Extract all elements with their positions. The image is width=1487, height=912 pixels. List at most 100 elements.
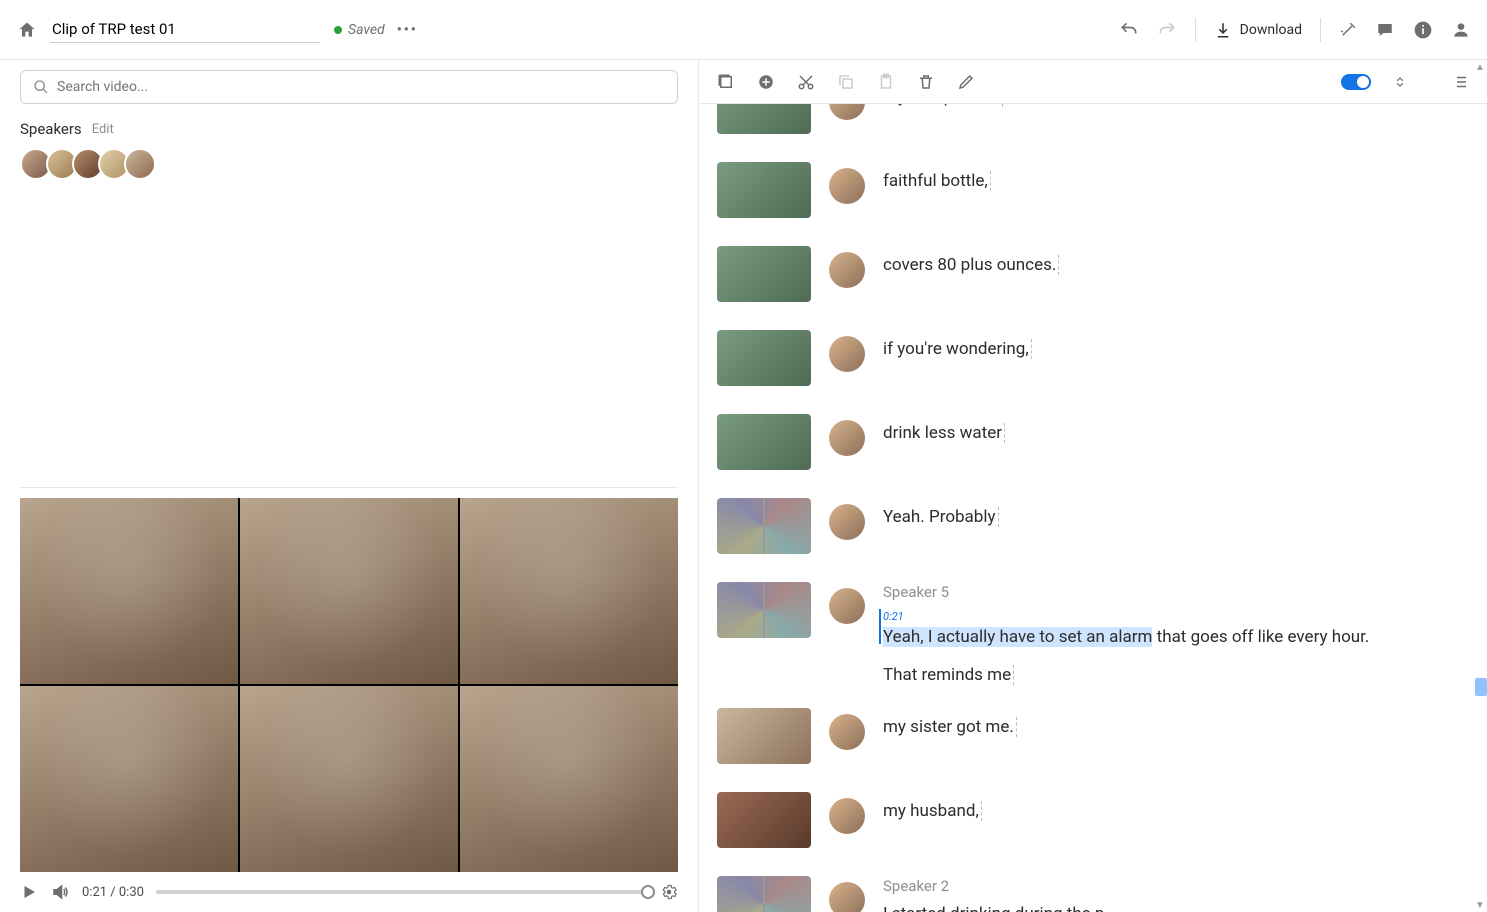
download-label: Download xyxy=(1240,22,1302,38)
transcript-row: my sister got me. xyxy=(717,708,1469,764)
add-clip-icon[interactable] xyxy=(717,73,735,91)
progress-bar[interactable] xyxy=(156,890,648,894)
status-text: Saved xyxy=(348,22,385,38)
main: Speakers Edit 0:21 / 0:30 xyxy=(0,60,1487,912)
status-dot-icon xyxy=(334,26,342,34)
transcript-text[interactable]: my husband, xyxy=(883,801,982,821)
avatar xyxy=(829,798,865,834)
video-preview[interactable] xyxy=(20,498,678,872)
home-icon[interactable] xyxy=(16,19,38,41)
video-tile xyxy=(20,686,238,872)
clip-thumbnail[interactable] xyxy=(717,162,811,218)
clip-thumbnail[interactable] xyxy=(717,498,811,554)
profile-icon[interactable] xyxy=(1451,20,1471,40)
transcript-row: my husband, xyxy=(717,792,1469,848)
speakers-edit-link[interactable]: Edit xyxy=(92,122,114,137)
undo-icon[interactable] xyxy=(1119,20,1139,40)
transcript-text[interactable]: Yeah. Probably xyxy=(883,507,999,527)
transcript-text[interactable]: faithful bottle, xyxy=(883,171,991,191)
avatar xyxy=(829,882,865,912)
cut-icon[interactable] xyxy=(797,73,815,91)
video-tile xyxy=(460,498,678,684)
transcript-text[interactable]: my companion. xyxy=(883,104,1003,107)
transcript-text[interactable]: covers 80 plus ounces. xyxy=(883,255,1059,275)
transcript-text[interactable]: my sister got me. xyxy=(883,717,1017,737)
transcript-text[interactable]: drink less water xyxy=(883,423,1005,443)
transcript-row: drink less water xyxy=(717,414,1469,470)
video-tile xyxy=(240,498,458,684)
transcript-text[interactable]: if you're wondering, xyxy=(883,339,1032,359)
video-tile xyxy=(460,686,678,872)
clip-thumbnail[interactable] xyxy=(717,330,811,386)
avatar xyxy=(829,588,865,624)
clip-thumbnail[interactable] xyxy=(717,708,811,764)
transcript-row: my companion. xyxy=(717,104,1469,134)
project-title-input[interactable] xyxy=(50,16,320,43)
thumbnail-toggle[interactable] xyxy=(1341,74,1371,90)
download-button[interactable]: Download xyxy=(1214,21,1302,39)
avatar xyxy=(829,504,865,540)
timestamp[interactable]: 0:21 xyxy=(883,609,1369,624)
info-icon[interactable] xyxy=(1413,20,1433,40)
avatar xyxy=(829,714,865,750)
transcript-text[interactable]: That reminds me xyxy=(883,665,1014,685)
speaker-avatars xyxy=(20,148,678,180)
clip-thumbnail[interactable] xyxy=(717,246,811,302)
delete-icon[interactable] xyxy=(917,73,935,91)
comment-icon[interactable] xyxy=(1375,21,1395,39)
top-actions: Download xyxy=(1119,18,1471,42)
list-icon[interactable] xyxy=(1451,73,1469,91)
video-tile xyxy=(240,686,458,872)
settings-gear-icon[interactable] xyxy=(660,883,678,901)
transcript-row: covers 80 plus ounces. xyxy=(717,246,1469,302)
clip-thumbnail[interactable] xyxy=(717,792,811,848)
avatar[interactable] xyxy=(124,148,156,180)
player-controls: 0:21 / 0:30 xyxy=(0,872,698,912)
speakers-label: Speakers xyxy=(20,120,82,138)
playback-time: 0:21 / 0:30 xyxy=(82,885,144,900)
transcript-panel: my companion. faithful bottle, covers 80… xyxy=(699,60,1487,912)
transcript-row: faithful bottle, xyxy=(717,162,1469,218)
transcript-text[interactable]: Yeah, I actually have to set an alarm th… xyxy=(883,626,1369,650)
paste-icon[interactable] xyxy=(877,73,895,91)
transcript-row: if you're wondering, xyxy=(717,330,1469,386)
left-panel: Speakers Edit 0:21 / 0:30 xyxy=(0,60,699,912)
clip-thumbnail[interactable] xyxy=(717,582,811,638)
transcript-toolbar xyxy=(699,60,1487,104)
avatar xyxy=(829,252,865,288)
transcript-text[interactable]: I started drinking during the p xyxy=(883,903,1104,912)
more-menu-icon[interactable]: ••• xyxy=(397,22,418,38)
scroll-up-icon[interactable]: ▲ xyxy=(1473,60,1487,74)
search-icon xyxy=(33,79,49,95)
search-input[interactable] xyxy=(57,79,665,95)
transcript-row: Yeah. Probably xyxy=(717,498,1469,554)
avatar xyxy=(829,168,865,204)
clip-thumbnail[interactable] xyxy=(717,876,811,912)
add-icon[interactable] xyxy=(757,73,775,91)
transcript-list[interactable]: my companion. faithful bottle, covers 80… xyxy=(699,104,1487,912)
top-bar: Saved ••• Download xyxy=(0,0,1487,60)
search-box[interactable] xyxy=(20,70,678,104)
play-icon[interactable] xyxy=(20,883,38,901)
sort-icon[interactable] xyxy=(1393,73,1407,91)
save-status: Saved xyxy=(334,22,385,38)
avatar xyxy=(829,336,865,372)
avatar xyxy=(829,420,865,456)
redo-icon[interactable] xyxy=(1157,20,1177,40)
video-tile xyxy=(20,498,238,684)
progress-knob[interactable] xyxy=(641,885,655,899)
clip-thumbnail[interactable] xyxy=(717,414,811,470)
edit-pencil-icon[interactable] xyxy=(957,73,975,91)
clip-thumbnail[interactable] xyxy=(717,104,811,134)
speakers-section: Speakers Edit xyxy=(0,114,698,186)
transcript-row: Speaker 2 I started drinking during the … xyxy=(717,876,1469,912)
avatar xyxy=(829,104,865,120)
scrollbar[interactable]: ▲ ▼ xyxy=(1473,60,1487,912)
speaker-label: Speaker 5 xyxy=(883,582,1369,603)
scroll-down-icon[interactable]: ▼ xyxy=(1473,898,1487,912)
scroll-marker xyxy=(1475,678,1487,696)
copy-icon[interactable] xyxy=(837,73,855,91)
speaker-label: Speaker 2 xyxy=(883,876,1104,897)
volume-icon[interactable] xyxy=(50,883,70,901)
wand-icon[interactable] xyxy=(1339,21,1357,39)
